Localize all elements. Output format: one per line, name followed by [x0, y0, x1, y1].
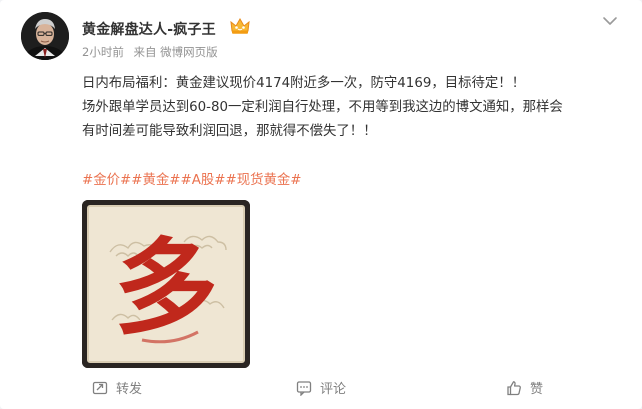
repost-icon [92, 381, 108, 394]
tag-gold[interactable]: #黄金# [131, 173, 180, 188]
repost-button[interactable]: 转发 [92, 378, 142, 397]
post-line: 有时间差可能导致利润回退，那就得不偿失了！！ [82, 124, 377, 139]
username[interactable]: 黄金解盘达人-疯子王 [82, 19, 216, 39]
chevron-down-icon[interactable] [601, 13, 619, 27]
weibo-post-card: 黄金解盘达人-疯子王 2小时前 来自 微博网页版 日内布局福利：黄金建议现价41… [0, 0, 642, 409]
post-line: 日内布局福利：黄金建议现价4174附近多一次，防守4169，目标待定！！ [82, 76, 526, 91]
post-time[interactable]: 2小时前 [82, 45, 124, 59]
topic-tags: #金价##黄金##A股##现货黄金# [82, 168, 301, 188]
tag-gold-price[interactable]: #金价# [82, 173, 131, 188]
repost-label: 转发 [116, 382, 143, 397]
post-image[interactable]: 多 [82, 200, 250, 368]
brush-character: 多 [114, 226, 218, 349]
thumbs-up-icon [507, 380, 521, 395]
avatar-image [21, 12, 69, 60]
vip-crown-icon[interactable] [229, 16, 251, 36]
action-bar: 转发 评论 赞 [0, 370, 642, 409]
post-meta: 2小时前 来自 微博网页版 [82, 44, 218, 60]
comment-icon [296, 380, 312, 396]
post-line: 场外跟单学员达到60-80一定利润自行处理，不用等到我这边的博文通知，那样会 [82, 100, 563, 115]
comment-button[interactable]: 评论 [296, 378, 346, 397]
avatar[interactable] [21, 12, 69, 60]
like-label: 赞 [530, 382, 544, 397]
like-button[interactable]: 赞 [506, 378, 543, 397]
tag-spot-gold[interactable]: #现货黄金# [225, 173, 301, 188]
post-source: 来自 微博网页版 [133, 45, 218, 59]
comment-label: 评论 [320, 382, 347, 397]
post-body: 日内布局福利：黄金建议现价4174附近多一次，防守4169，目标待定！！ 场外跟… [82, 72, 630, 144]
tag-a-shares[interactable]: #A股# [180, 173, 225, 188]
